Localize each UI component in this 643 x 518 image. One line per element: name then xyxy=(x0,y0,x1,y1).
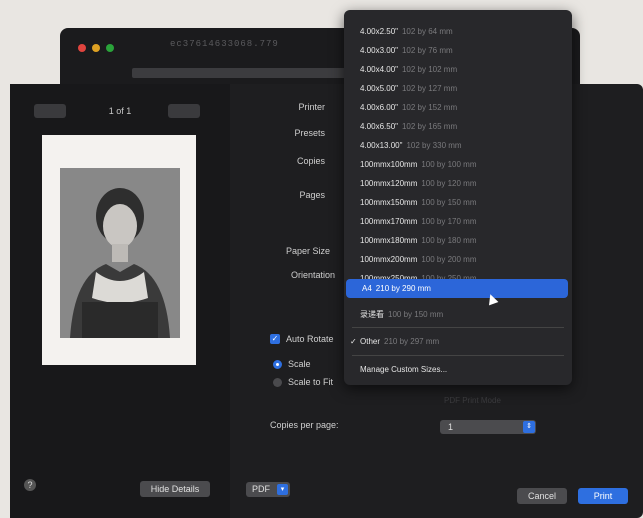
paper-size-dims: 102 by 76 mm xyxy=(401,46,453,55)
paper-size-name: 录递看 xyxy=(360,310,384,319)
auto-rotate-checkbox[interactable]: ✓ xyxy=(270,334,280,344)
scale-to-fit-label: Scale to Fit xyxy=(288,377,334,387)
menu-item-other-size[interactable]: ✓ Other 210 by 297 mm xyxy=(344,332,572,351)
portrait-image xyxy=(60,168,180,338)
paper-size-name: Other xyxy=(360,337,381,346)
menu-item-paper-size[interactable]: 100mmx100mm 100 by 100 mm xyxy=(344,155,572,174)
pdf-label: PDF xyxy=(252,484,270,494)
menu-item-paper-size[interactable]: 100mmx150mm 100 by 150 mm xyxy=(344,193,572,212)
paper-size-dims: 102 by 330 mm xyxy=(406,141,462,150)
minimize-window-icon[interactable] xyxy=(92,44,100,52)
pdf-menu-button[interactable]: PDF ▾ xyxy=(246,482,290,497)
help-button[interactable]: ? xyxy=(24,479,36,491)
scale-label: Scale xyxy=(288,359,311,369)
paper-size-name: 100mmx200mm xyxy=(360,255,418,264)
menu-item-paper-size[interactable]: 4.00x3.00" 102 by 76 mm xyxy=(344,41,572,60)
cancel-button[interactable]: Cancel xyxy=(517,488,567,504)
menu-item-paper-size[interactable]: 100mmx180mm 100 by 180 mm xyxy=(344,231,572,250)
paper-size-dims: 210 by 290 mm xyxy=(375,284,431,293)
menu-item-paper-size[interactable]: 录递看 100 by 150 mm xyxy=(344,305,572,324)
menu-item-paper-size[interactable]: 4.00x6.00" 102 by 152 mm xyxy=(344,98,572,117)
paper-size-name: 100mmx100mm xyxy=(360,160,418,169)
menu-item-paper-size[interactable]: 100mmx200mm 100 by 200 mm xyxy=(344,250,572,269)
copies-per-page-select[interactable]: 1 ⇕ xyxy=(440,420,536,434)
menu-item-paper-size[interactable]: 4.00x4.00" 102 by 102 mm xyxy=(344,60,572,79)
menu-item-paper-size[interactable]: 4.00x13.00" 102 by 330 mm xyxy=(344,136,572,155)
paper-size-name: 100mmx150mm xyxy=(360,198,418,207)
paper-size-dims: 100 by 200 mm xyxy=(421,255,477,264)
menu-separator xyxy=(352,327,564,328)
printer-label: Printer xyxy=(298,102,325,112)
menu-item-manage-custom-sizes[interactable]: Manage Custom Sizes... xyxy=(344,360,572,379)
paper-size-name: 4.00x4.00" xyxy=(360,65,398,74)
chevron-down-icon: ▾ xyxy=(277,484,288,495)
paper-size-dims: 100 by 100 mm xyxy=(421,160,477,169)
scale-radio[interactable] xyxy=(273,360,282,369)
close-window-icon[interactable] xyxy=(78,44,86,52)
orientation-label: Orientation xyxy=(290,270,335,280)
paper-size-dims: 100 by 150 mm xyxy=(421,198,477,207)
paper-size-name: 100mmx180mm xyxy=(360,236,418,245)
paper-size-name: A4 xyxy=(362,284,372,293)
paper-size-name: 100mmx120mm xyxy=(360,179,418,188)
menu-item-paper-size-highlighted[interactable]: A4 210 by 290 mm xyxy=(346,279,568,298)
paper-size-dims: 102 by 102 mm xyxy=(401,65,458,74)
paper-size-dims: 102 by 165 mm xyxy=(401,122,458,131)
hide-details-button[interactable]: Hide Details xyxy=(140,481,210,497)
paper-size-label: Paper Size xyxy=(285,246,330,256)
copies-label: Copies xyxy=(296,156,325,166)
chevron-updown-icon: ⇕ xyxy=(523,421,535,433)
paper-size-dims: 100 by 150 mm xyxy=(388,310,444,319)
menu-item-paper-size[interactable]: 100mmx120mm 100 by 120 mm xyxy=(344,174,572,193)
background-option-text: PDF Print Mode xyxy=(444,396,501,405)
menu-item-paper-size[interactable]: 4.00x5.00" 102 by 127 mm xyxy=(344,79,572,98)
auto-rotate-label: Auto Rotate xyxy=(286,334,334,344)
next-page-button[interactable] xyxy=(168,104,200,118)
previous-page-button[interactable] xyxy=(34,104,66,118)
paper-size-dims: 102 by 152 mm xyxy=(401,103,458,112)
paper-size-dims: 100 by 180 mm xyxy=(421,236,477,245)
zoom-window-icon[interactable] xyxy=(106,44,114,52)
paper-size-name: 4.00x2.50" xyxy=(360,27,398,36)
menu-item-paper-size[interactable]: 100mmx170mm 100 by 170 mm xyxy=(344,212,572,231)
presets-label: Presets xyxy=(294,128,325,138)
menu-item-paper-size[interactable]: 4.00x6.50" 102 by 165 mm xyxy=(344,117,572,136)
paper-size-dims: 100 by 170 mm xyxy=(421,217,477,226)
paper-size-dims: 102 by 64 mm xyxy=(401,27,453,36)
checkmark-icon: ✓ xyxy=(350,337,357,346)
background-window-title: ec37614633068.779 xyxy=(170,39,279,49)
copies-per-page-label: Copies per page: xyxy=(270,420,339,430)
page-count: 1 of 1 xyxy=(108,106,132,116)
paper-size-dims: 100 by 120 mm xyxy=(421,179,477,188)
paper-size-dims: 210 by 297 mm xyxy=(384,337,440,346)
paper-size-dims: 102 by 127 mm xyxy=(401,84,458,93)
copies-per-page-value: 1 xyxy=(448,422,454,432)
manage-custom-sizes-label: Manage Custom Sizes... xyxy=(360,365,448,374)
scale-to-fit-radio[interactable] xyxy=(273,378,282,387)
paper-size-name: 4.00x5.00" xyxy=(360,84,398,93)
menu-item-paper-size[interactable]: 4.00x2.50" 102 by 64 mm xyxy=(344,22,572,41)
paper-size-name: 4.00x6.00" xyxy=(360,103,398,112)
print-button[interactable]: Print xyxy=(578,488,628,504)
background-window-toolbar xyxy=(132,68,352,78)
portrait-drawing xyxy=(60,168,180,338)
paper-size-name: 100mmx170mm xyxy=(360,217,418,226)
paper-size-name: 4.00x13.00" xyxy=(360,141,403,150)
pages-label: Pages xyxy=(299,190,325,200)
paper-size-name: 4.00x3.00" xyxy=(360,46,398,55)
paper-size-name: 4.00x6.50" xyxy=(360,122,398,131)
menu-separator xyxy=(352,355,564,356)
